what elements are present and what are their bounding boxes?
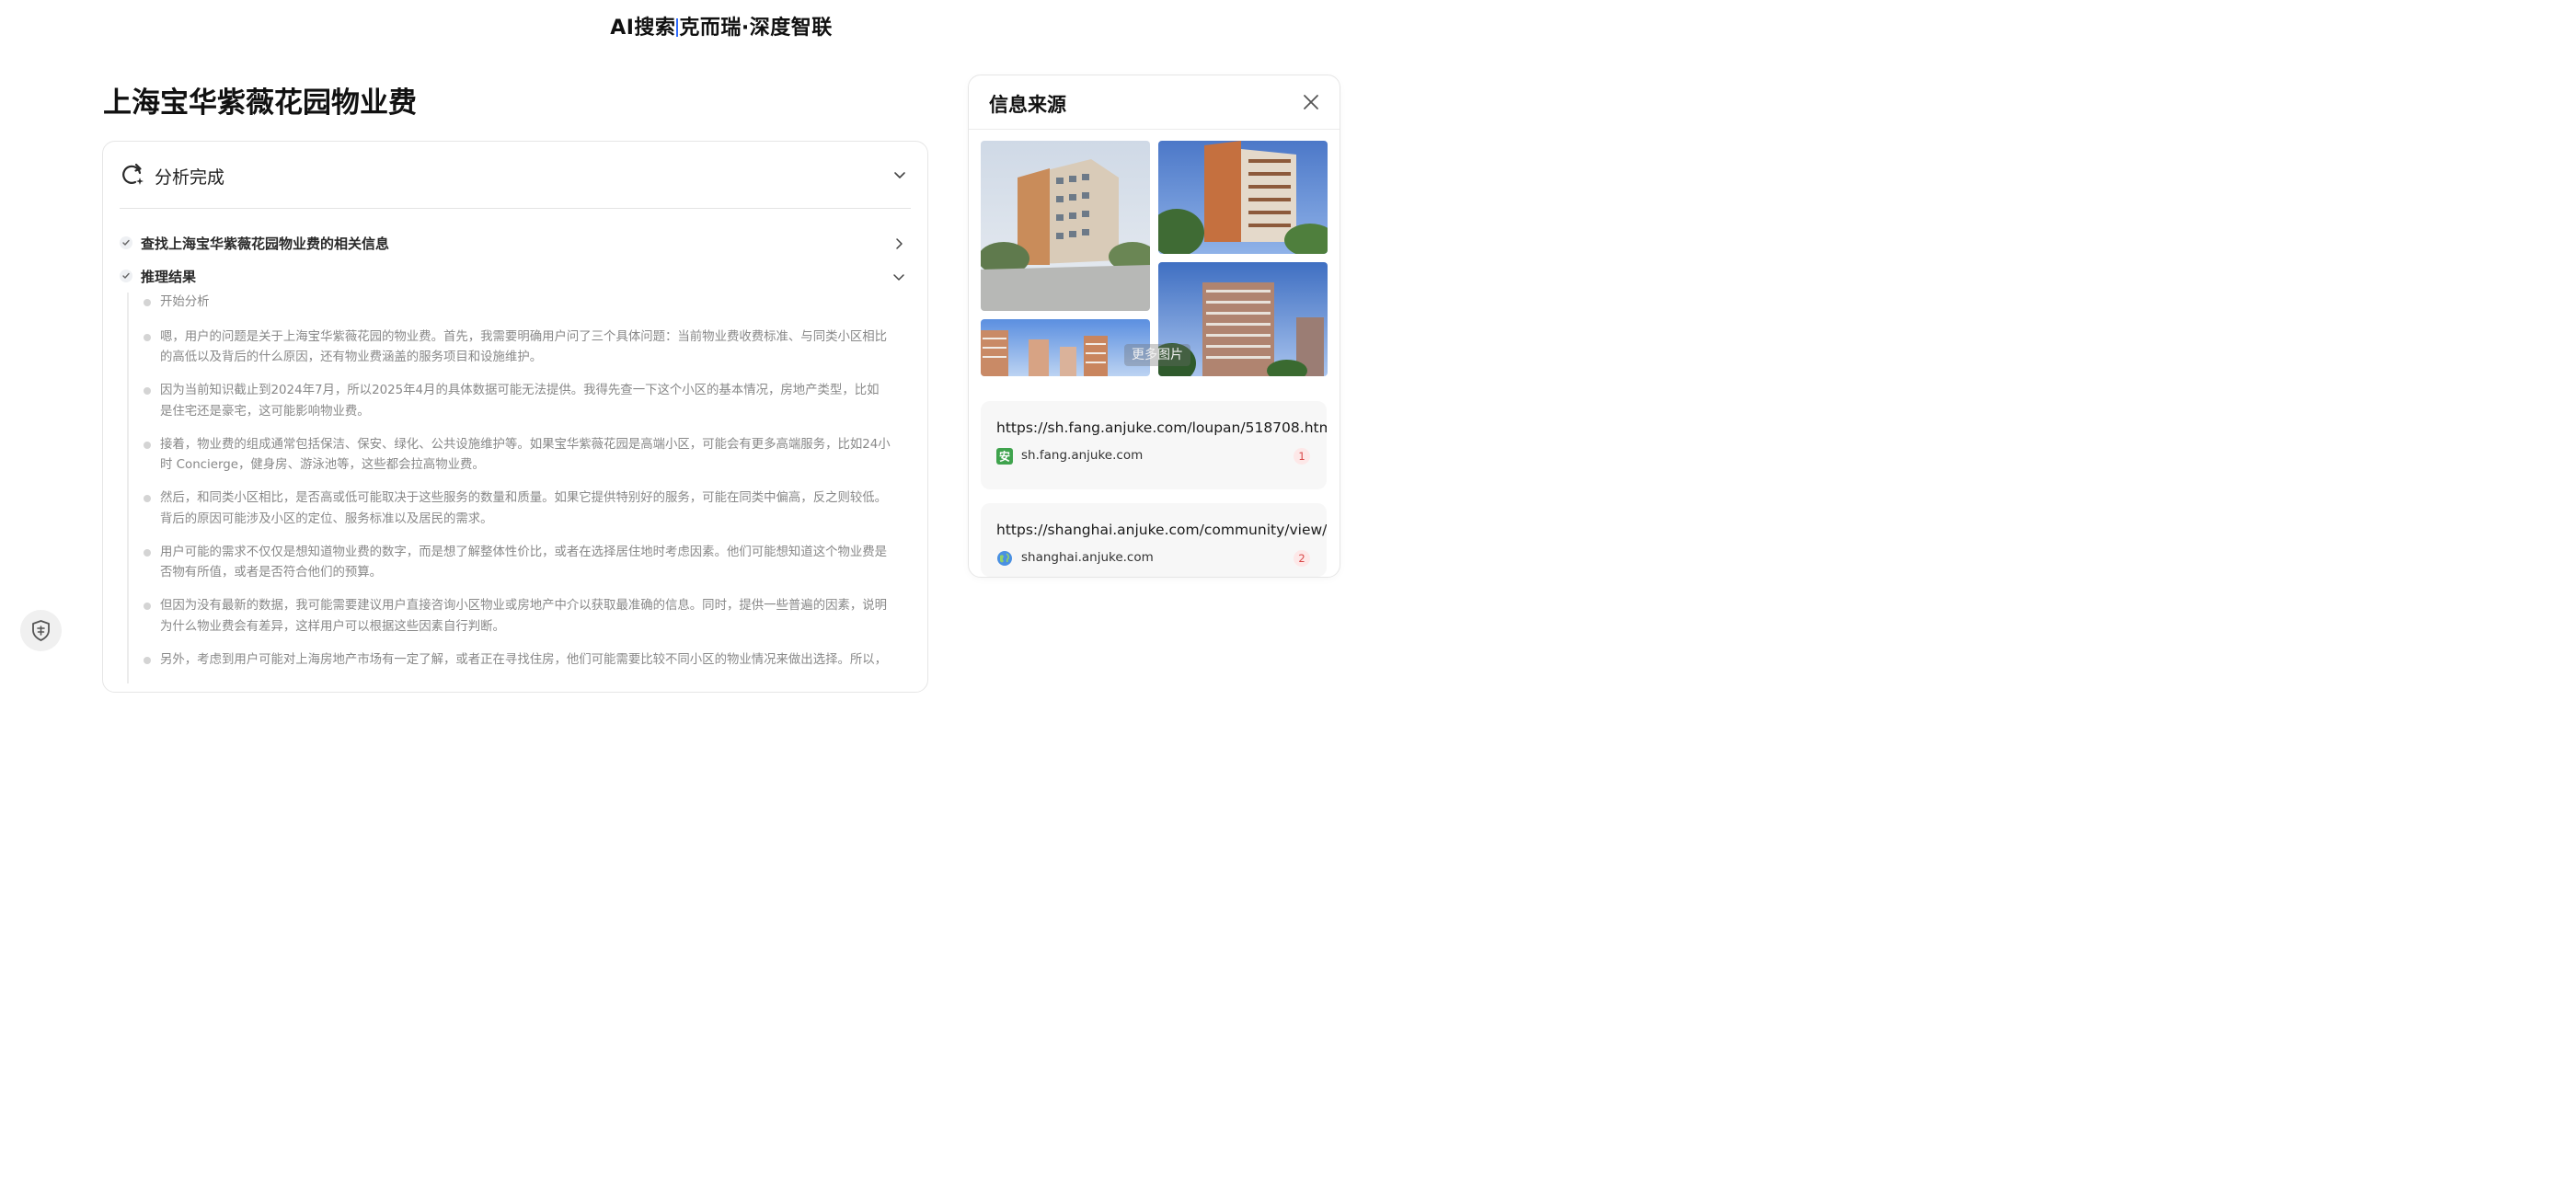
reasoning-text: 但因为没有最新的数据，我可能需要建议用户直接咨询小区物业或房地产中介以获取最准确… xyxy=(160,599,888,634)
step-label: 推理结果 xyxy=(141,269,197,285)
brand-title: AI搜索 克而瑞·深度智联 xyxy=(0,11,1443,40)
reasoning-item: 然后，和同类小区相比，是否高或低可能取决于这些服务的数量和质量。如果它提供特别好… xyxy=(144,488,891,530)
reasoning-list: 开始分析 嗯，用户的问题是关于上海宝华紫薇花园的物业费。首先，我需要明确用户问了… xyxy=(127,293,891,683)
source-number-badge: 1 xyxy=(1294,448,1310,465)
divider xyxy=(120,208,911,209)
analysis-status: 分析完成 xyxy=(155,167,225,188)
reasoning-item: 但因为没有最新的数据，我可能需要建议用户直接咨询小区物业或房地产中介以获取最准确… xyxy=(144,596,891,637)
analysis-header[interactable]: 分析完成 xyxy=(103,142,927,208)
bullet-dot xyxy=(144,548,151,557)
reasoning-text: 然后，和同类小区相比，是否高或低可能取决于这些服务的数量和质量。如果它提供特别好… xyxy=(160,491,888,526)
step-search[interactable]: 查找上海宝华紫薇花园物业费的相关信息 xyxy=(120,232,911,256)
building-photo-1[interactable] xyxy=(981,141,1150,311)
globe-icon xyxy=(996,550,1013,567)
reasoning-item: 用户可能的需求不仅仅是想知道物业费的数字，而是想了解整体性价比，或者在选择居住地… xyxy=(144,543,891,584)
reasoning-item: 嗯，用户的问题是关于上海宝华紫薇花园的物业费。首先，我需要明确用户问了三个具体问… xyxy=(144,327,891,369)
reasoning-text: 另外，考虑到用户可能对上海房地产市场有一定了解，或者正在寻找住房，他们可能需要比… xyxy=(160,652,888,667)
reasoning-text: 接着，物业费的组成通常包括保洁、保安、绿化、公共设施维护等。如果宝华紫薇花园是高… xyxy=(160,437,891,473)
reasoning-item: 另外，考虑到用户可能对上海房地产市场有一定了解，或者正在寻找住房，他们可能需要比… xyxy=(144,650,891,672)
check-icon xyxy=(120,270,132,282)
page-title: 上海宝华紫薇花园物业费 xyxy=(103,86,417,120)
reasoning-item: 开始分析 xyxy=(144,293,891,314)
source-domain: shanghai.anjuke.com xyxy=(1021,550,1154,565)
chevron-down-icon[interactable] xyxy=(892,270,905,282)
svg-text:安: 安 xyxy=(999,450,1010,464)
bullet-dot xyxy=(144,603,151,610)
divider xyxy=(969,129,1340,130)
reasoning-text: 嗯，用户的问题是关于上海宝华紫薇花园的物业费。首先，我需要明确用户问了三个具体问… xyxy=(160,329,888,365)
check-icon xyxy=(120,236,132,249)
source-panel: 信息来源 xyxy=(968,75,1340,578)
source-card[interactable]: https://sh.fang.anjuke.com/loupan/518708… xyxy=(981,401,1327,489)
reasoning-item: 接着，物业费的组成通常包括保洁、保安、绿化、公共设施维护等。如果宝华紫薇花园是高… xyxy=(144,435,891,476)
source-number-badge: 2 xyxy=(1294,550,1310,567)
refresh-sparkle-icon xyxy=(121,163,144,187)
brand-title-suffix: 克而瑞·深度智联 xyxy=(679,17,833,40)
source-url[interactable]: https://shanghai.anjuke.com/community/vi… xyxy=(996,522,1327,538)
bullet-dot xyxy=(144,333,151,341)
anjuke-icon: 安 xyxy=(996,448,1013,465)
reasoning-text: 因为当前知识截止到2024年7月，所以2025年4月的具体数据可能无法提供。我得… xyxy=(160,384,880,419)
more-images-button[interactable]: 更多图片 xyxy=(1124,344,1190,366)
reasoning-text: 用户可能的需求不仅仅是想知道物业费的数字，而是想了解整体性价比，或者在选择居住地… xyxy=(160,545,888,580)
reasoning-item: 因为当前知识截止到2024年7月，所以2025年4月的具体数据可能无法提供。我得… xyxy=(144,381,891,422)
reasoning-text: 开始分析 xyxy=(160,295,210,309)
step-label: 查找上海宝华紫薇花园物业费的相关信息 xyxy=(141,235,390,252)
brand-title-prefix: AI搜索 xyxy=(610,17,676,40)
source-card[interactable]: https://shanghai.anjuke.com/community/vi… xyxy=(981,503,1327,577)
chevron-down-icon[interactable] xyxy=(892,167,907,182)
source-url[interactable]: https://sh.fang.anjuke.com/loupan/518708… xyxy=(996,419,1327,436)
source-domain: sh.fang.anjuke.com xyxy=(1021,448,1144,463)
shield-button[interactable] xyxy=(20,610,62,651)
bullet-dot xyxy=(144,387,151,395)
bullet-dot xyxy=(144,495,151,502)
bullet-dot xyxy=(144,299,151,306)
chevron-right-icon[interactable] xyxy=(892,236,905,249)
building-photo-2[interactable] xyxy=(1158,141,1328,254)
analysis-card: 分析完成 查找上海宝华紫薇花园物业费的相关信息 推理结果 开始分析 嗯，用户的问… xyxy=(102,141,928,693)
source-panel-title: 信息来源 xyxy=(989,94,1066,116)
step-reasoning[interactable]: 推理结果 xyxy=(120,265,911,289)
bullet-dot xyxy=(144,441,151,449)
close-icon[interactable] xyxy=(1303,94,1319,110)
bullet-dot xyxy=(144,656,151,664)
